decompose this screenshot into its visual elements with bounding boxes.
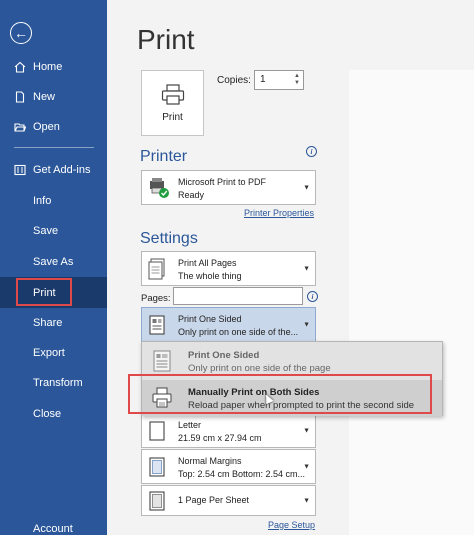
sidebar-item-close[interactable]: Close	[0, 399, 107, 429]
store-icon	[14, 164, 26, 176]
sidebar-item-new[interactable]: New	[0, 82, 107, 112]
sidebar-item-label: Account	[33, 523, 73, 535]
chevron-down-icon: ▼	[303, 497, 310, 504]
print-range-title: Print All Pages	[178, 258, 237, 268]
folder-open-icon	[14, 123, 26, 132]
printer-heading: Printer	[140, 148, 188, 165]
paper-size-title: Letter	[178, 420, 202, 430]
back-arrow-icon[interactable]: ←	[10, 22, 32, 44]
sidebar-item-label: Save As	[33, 256, 74, 268]
paper-size-desc: 21.59 cm x 27.94 cm	[178, 433, 262, 443]
pages-icon	[148, 258, 165, 279]
print-sides-dropdown[interactable]: Print One Sided Only print on one side o…	[141, 307, 316, 342]
print-preview-area	[349, 70, 474, 535]
sidebar-item-label: Home	[33, 61, 63, 73]
sidebar-item-label: Export	[33, 347, 65, 359]
sheet-icon	[149, 490, 165, 511]
chevron-down-icon: ▼	[303, 265, 310, 272]
copies-label: Copies:	[217, 75, 251, 86]
backstage-sidebar: ← Home New Open Get Add-ins Info Save Sa…	[0, 0, 107, 535]
sidebar-divider	[14, 147, 94, 148]
printer-icon	[161, 83, 184, 105]
printer-properties-link[interactable]: Printer Properties	[244, 208, 314, 218]
margins-dropdown[interactable]: Normal Margins Top: 2.54 cm Bottom: 2.54…	[141, 449, 316, 484]
print-range-dropdown[interactable]: Print All Pages The whole thing ▼	[141, 251, 316, 286]
sidebar-item-label: Save	[33, 225, 59, 237]
print-sides-desc: Only print on one side of the...	[178, 327, 299, 337]
chevron-down-icon: ▼	[303, 463, 310, 470]
sidebar-item-home[interactable]: Home	[0, 52, 107, 82]
home-icon	[14, 61, 26, 73]
page-title: Print	[137, 24, 195, 55]
sidebar-item-label: Close	[33, 408, 62, 420]
settings-heading: Settings	[140, 230, 198, 247]
print-highlight-box	[16, 278, 72, 306]
page-setup-link[interactable]: Page Setup	[268, 520, 315, 530]
sidebar-item-label: New	[33, 91, 56, 103]
print-panel: Print Print Copies: 1 ▲ ▼ Printer i Micro…	[107, 0, 474, 535]
margins-icon	[149, 456, 165, 477]
printer-status: Ready	[178, 190, 205, 200]
copies-value: 1	[260, 74, 266, 85]
chevron-down-icon: ▼	[303, 321, 310, 328]
pages-label: Pages:	[141, 293, 171, 304]
manual-duplex-highlight-box	[128, 374, 432, 414]
print-button[interactable]: Print	[141, 70, 204, 136]
print-button-label: Print	[162, 111, 183, 123]
sidebar-item-account[interactable]: Account	[0, 514, 107, 535]
menu-item-desc: Only print on one side of the page	[188, 363, 331, 374]
sidebar-item-export[interactable]: Export	[0, 338, 107, 368]
sidebar-item-label: Get Add-ins	[33, 164, 91, 176]
sidebar-item-label: Share	[33, 317, 63, 329]
menu-item-title: Print One Sided	[188, 350, 260, 361]
copies-spinner[interactable]: ▲ ▼	[293, 73, 301, 87]
paper-icon	[149, 420, 165, 441]
new-document-icon	[15, 91, 25, 103]
sidebar-item-label: Transform	[33, 377, 83, 389]
sidebar-item-get-add-ins[interactable]: Get Add-ins	[0, 155, 107, 185]
pages-per-sheet-dropdown[interactable]: 1 Page Per Sheet ▼	[141, 485, 316, 516]
one-sided-icon	[149, 314, 165, 335]
chevron-down-icon: ▼	[303, 184, 310, 191]
sidebar-item-label: Open	[33, 121, 60, 133]
sidebar-item-open[interactable]: Open	[0, 112, 107, 142]
sidebar-item-save-as[interactable]: Save As	[0, 247, 107, 277]
printer-name: Microsoft Print to PDF	[178, 177, 267, 187]
info-icon[interactable]: i	[306, 146, 317, 157]
printer-dropdown[interactable]: Microsoft Print to PDF Ready ▼	[141, 170, 316, 205]
print-sides-title: Print One Sided	[178, 314, 242, 324]
margins-title: Normal Margins	[178, 456, 242, 466]
print-range-desc: The whole thing	[178, 271, 242, 281]
margins-desc: Top: 2.54 cm Bottom: 2.54 cm...	[178, 469, 306, 479]
sidebar-item-label: Info	[33, 195, 52, 207]
paper-size-dropdown[interactable]: Letter 21.59 cm x 27.94 cm ▼	[141, 413, 316, 448]
sidebar-item-save[interactable]: Save	[0, 216, 107, 246]
pages-input[interactable]	[173, 287, 303, 305]
sidebar-item-info[interactable]: Info	[0, 186, 107, 216]
sidebar-item-share[interactable]: Share	[0, 308, 107, 338]
copies-input[interactable]: 1 ▲ ▼	[254, 70, 304, 90]
sidebar-item-transform[interactable]: Transform	[0, 368, 107, 398]
info-icon[interactable]: i	[307, 291, 318, 302]
pages-per-sheet-title: 1 Page Per Sheet	[178, 495, 250, 505]
chevron-down-icon: ▼	[303, 427, 310, 434]
printer-ready-icon	[150, 177, 169, 198]
one-sided-icon	[153, 350, 171, 372]
